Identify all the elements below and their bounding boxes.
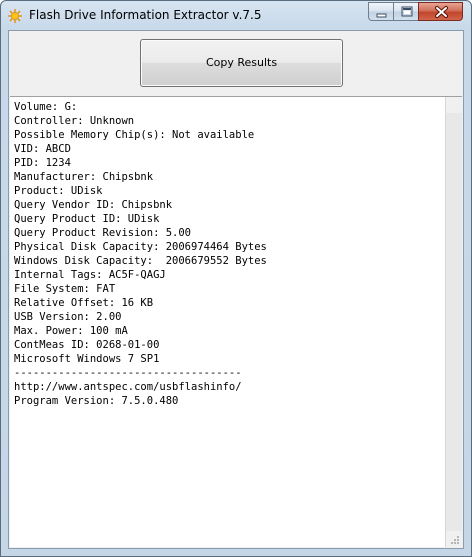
window-title: Flash Drive Information Extractor v.7.5 — [29, 8, 262, 22]
result-line: Internal Tags: AC5F-QAGJ — [14, 269, 166, 281]
app-window: Flash Drive Information Extractor v.7.5 — [0, 0, 472, 557]
result-line: Query Product Revision: 5.00 — [14, 227, 192, 239]
result-line: PID: 1234 — [14, 157, 71, 169]
result-line: http://www.antspec.com/usbflashinfo/ — [14, 381, 242, 393]
close-button[interactable] — [418, 2, 463, 21]
result-line: VID: ABCD — [14, 143, 71, 155]
result-line: ContMeas ID: 0268-01-00 — [14, 339, 160, 351]
result-line: Controller: Unknown — [14, 115, 135, 127]
result-line: Volume: G: — [14, 101, 78, 113]
result-line: Query Product ID: UDisk — [14, 213, 160, 225]
maximize-button[interactable] — [393, 2, 419, 21]
result-line: Program Version: 7.5.0.480 — [14, 395, 179, 407]
results-text: Volume: G: Controller: Unknown Possible Me… — [14, 100, 444, 408]
result-line: Max. Power: 100 mA — [14, 325, 128, 337]
result-line: USB Version: 2.00 — [14, 311, 122, 323]
result-line: Possible Memory Chip(s): Not available — [14, 129, 255, 141]
copy-results-button[interactable]: Copy Results — [140, 39, 343, 87]
title-bar[interactable]: Flash Drive Information Extractor v.7.5 — [1, 1, 471, 29]
maximize-icon — [401, 6, 413, 17]
results-textarea[interactable]: Volume: G: Controller: Unknown Possible Me… — [10, 96, 462, 547]
result-line: Manufacturer: Chipsbnk — [14, 171, 154, 183]
scroll-up-button[interactable] — [446, 97, 462, 113]
result-line: Product: UDisk — [14, 185, 103, 197]
resize-grip-icon[interactable] — [448, 533, 460, 545]
sun-icon — [8, 8, 22, 23]
minimize-button[interactable] — [368, 2, 394, 21]
close-icon — [435, 6, 448, 18]
result-line: Microsoft Windows 7 SP1 — [14, 353, 160, 365]
result-line: Windows Disk Capacity: 2006679552 Bytes — [14, 255, 267, 267]
result-line: Query Vendor ID: Chipsbnk — [14, 199, 173, 211]
result-line: Relative Offset: 16 KB — [14, 297, 154, 309]
result-line: ------------------------------------ — [14, 367, 242, 379]
result-line: File System: FAT — [14, 283, 116, 295]
minimize-icon — [376, 13, 387, 18]
vertical-scrollbar[interactable] — [445, 97, 462, 547]
client-area: Copy Results Volume: G: Controller: Unkno… — [8, 30, 464, 549]
result-line: Physical Disk Capacity: 2006974464 Bytes — [14, 241, 267, 253]
